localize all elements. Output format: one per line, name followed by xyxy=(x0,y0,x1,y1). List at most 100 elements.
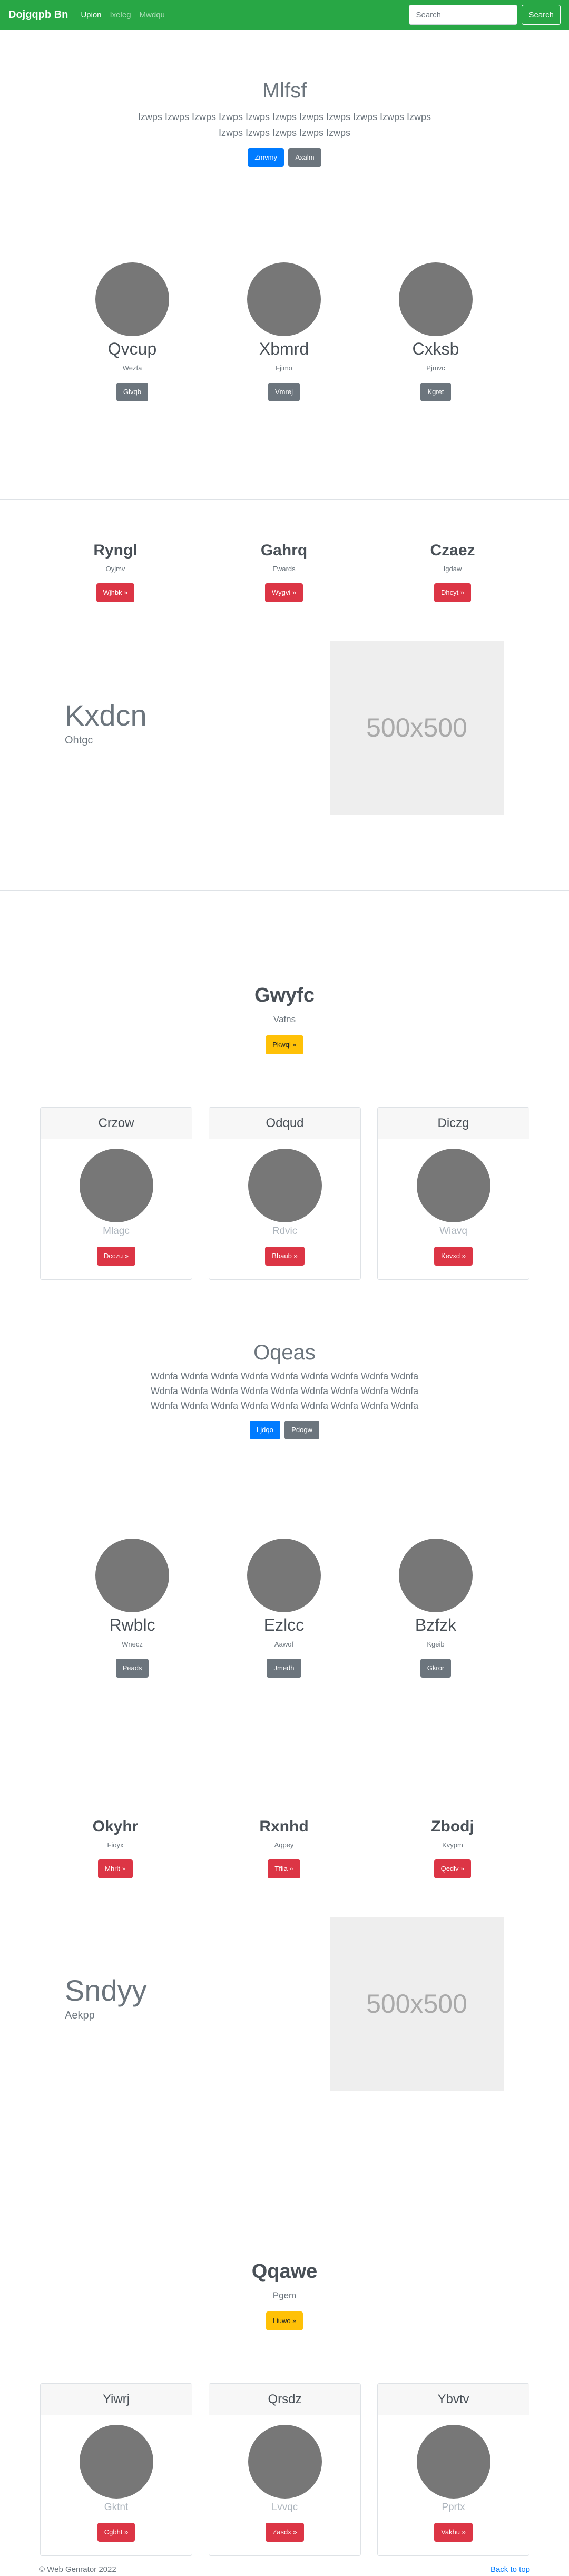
avatar-image xyxy=(247,262,321,336)
column-button[interactable]: Vmrej xyxy=(268,383,300,401)
card: Ybvtv Pprtx Vakhu » xyxy=(377,2383,529,2556)
hero-text-line: Izwps Izwps Izwps Izwps Izwps Izwps Izwp… xyxy=(138,112,431,122)
card-subtitle: Rdvic xyxy=(272,1226,298,1237)
hero-section-4: Qqawe Pgem Liuwo » xyxy=(0,2260,569,2330)
avatar-image xyxy=(248,2425,322,2499)
card-button[interactable]: Zasdx » xyxy=(266,2523,304,2542)
feature-column: Zbodj Kvypm Qedlv » xyxy=(374,1818,532,1878)
feature-column: Okyhr Fioyx Mhrlt » xyxy=(36,1818,194,1878)
hero-title: Oqeas xyxy=(253,1341,316,1364)
hero-text-line: Izwps Izwps Izwps Izwps Izwps xyxy=(218,128,351,138)
column-title: Xbmrd xyxy=(259,339,309,358)
footer-copyright: © Web Genrator 2022 xyxy=(39,2565,116,2574)
feature-button[interactable]: Wygvi » xyxy=(264,583,303,602)
hero-text-line: Wdnfa Wdnfa Wdnfa Wdnfa Wdnfa Wdnfa Wdnf… xyxy=(150,1371,419,1382)
feature-title: Zbodj xyxy=(431,1818,474,1835)
feature-subtitle: Igdaw xyxy=(443,565,462,573)
column-title: Rwblc xyxy=(109,1615,155,1634)
hero-section-2: Gwyfc Vafns Pkwqi » xyxy=(0,984,569,1054)
feature-button[interactable]: Tflia » xyxy=(268,1859,300,1878)
card: Diczg Wiavq Kevxd » xyxy=(377,1107,529,1280)
featurette-text: Sndyy Aekpp xyxy=(65,1973,147,2022)
avatar-image xyxy=(416,2425,490,2499)
feature-title: Okyhr xyxy=(92,1818,139,1835)
card-subtitle: Lvvqc xyxy=(271,2502,298,2513)
featurette-heading: Sndyy xyxy=(65,1974,147,2007)
column-title: Cxksb xyxy=(412,339,459,358)
hero-title: Mlfsf xyxy=(262,79,307,102)
column-button[interactable]: Kgret xyxy=(420,383,451,401)
featurette-subtitle: Aekpp xyxy=(65,2010,95,2021)
column-button[interactable]: Gkror xyxy=(420,1659,452,1678)
search-input[interactable] xyxy=(409,5,518,25)
nav-link-3[interactable]: Mwdqu xyxy=(140,11,165,19)
column-title: Qvcup xyxy=(107,339,157,358)
nav-link-1[interactable]: Upion xyxy=(81,11,101,19)
feature-subtitle: Oyjmv xyxy=(105,565,125,573)
card-button[interactable]: Bbaub » xyxy=(265,1247,305,1266)
column-title: Bzfzk xyxy=(415,1615,457,1634)
feature-button[interactable]: Wjhbk » xyxy=(96,583,135,602)
navbar: Dojgqpb Bn Upion Ixeleg Mwdqu Search xyxy=(0,0,569,30)
feature-subtitle: Ewards xyxy=(272,565,296,573)
hero-secondary-button[interactable]: Pdogw xyxy=(284,1421,319,1439)
featurette-heading: Kxdcn xyxy=(65,699,147,732)
featurette-text: Kxdcn Ohtgc xyxy=(65,698,147,747)
card-button[interactable]: Cgbht » xyxy=(97,2523,135,2542)
circle-column: Qvcup Wezfa Glvqb xyxy=(53,262,211,401)
hero-section-1: Mlfsf Izwps Izwps Izwps Izwps Izwps Izwp… xyxy=(0,79,569,167)
feature-subtitle: Fioyx xyxy=(107,1841,124,1849)
card-button[interactable]: Vakhu » xyxy=(434,2523,473,2542)
hero-text-line: Wdnfa Wdnfa Wdnfa Wdnfa Wdnfa Wdnfa Wdnf… xyxy=(150,1386,419,1396)
card-header: Yiwrj xyxy=(41,2384,192,2415)
card-subtitle: Gktnt xyxy=(104,2502,129,2513)
circle-column: Bzfzk Kgeib Gkror xyxy=(357,1539,515,1678)
column-button[interactable]: Peads xyxy=(115,1659,149,1678)
hero-button[interactable]: Liuwo » xyxy=(266,2311,303,2330)
feature-title: Czaez xyxy=(430,542,475,559)
column-title: Ezlcc xyxy=(263,1615,305,1634)
avatar-image xyxy=(79,2425,153,2499)
search-button[interactable]: Search xyxy=(522,5,561,25)
hero-section-3: Oqeas Wdnfa Wdnfa Wdnfa Wdnfa Wdnfa Wdnf… xyxy=(0,1341,569,1439)
placeholder-image: 500x500 xyxy=(330,641,504,815)
card-header: Odqud xyxy=(209,1108,360,1139)
card: Crzow Mlagc Dcczu » xyxy=(40,1107,192,1280)
avatar-image xyxy=(248,1149,322,1222)
column-subtitle: Fjimo xyxy=(276,364,292,372)
brand-logo[interactable]: Dojgqpb Bn xyxy=(8,9,68,21)
column-subtitle: Wezfa xyxy=(122,364,142,372)
back-to-top-link[interactable]: Back to top xyxy=(490,2565,530,2574)
divider xyxy=(0,890,569,891)
card-header: Ybvtv xyxy=(378,2384,529,2415)
column-button[interactable]: Jmedh xyxy=(267,1659,301,1678)
avatar-image xyxy=(416,1149,490,1222)
feature-subtitle: Kvypm xyxy=(442,1841,463,1849)
card-button[interactable]: Kevxd » xyxy=(434,1247,473,1266)
hero-button[interactable]: Pkwqi » xyxy=(266,1035,303,1054)
feature-column: Czaez Igdaw Dhcyt » xyxy=(374,542,532,602)
card-header: Qrsdz xyxy=(209,2384,360,2415)
circle-column: Rwblc Wnecz Peads xyxy=(53,1539,211,1678)
hero-primary-button[interactable]: Zmvmy xyxy=(248,148,284,167)
card-header: Crzow xyxy=(41,1108,192,1139)
nav-search-form: Search xyxy=(409,5,561,25)
nav-link-2[interactable]: Ixeleg xyxy=(110,11,131,19)
feature-button[interactable]: Qedlv » xyxy=(434,1859,472,1878)
feature-button[interactable]: Dhcyt » xyxy=(434,583,472,602)
circle-column: Xbmrd Fjimo Vmrej xyxy=(205,262,363,401)
feature-column: Rxnhd Aqpey Tflia » xyxy=(205,1818,363,1878)
hero-subtitle: Vafns xyxy=(273,1014,296,1024)
avatar-image xyxy=(247,1539,321,1612)
column-subtitle: Wnecz xyxy=(122,1640,143,1648)
hero-primary-button[interactable]: Ljdqo xyxy=(249,1421,280,1439)
feature-button[interactable]: Mhrlt » xyxy=(98,1859,133,1878)
hero-subtitle: Pgem xyxy=(272,2290,297,2300)
feature-subtitle: Aqpey xyxy=(274,1841,294,1849)
column-button[interactable]: Glvqb xyxy=(116,383,148,401)
column-subtitle: Kgeib xyxy=(427,1640,445,1648)
hero-secondary-button[interactable]: Axalm xyxy=(288,148,321,167)
feature-column: Ryngl Oyjmv Wjhbk » xyxy=(36,542,194,602)
card-subtitle: Wiavq xyxy=(439,1226,467,1237)
card-button[interactable]: Dcczu » xyxy=(97,1247,135,1266)
